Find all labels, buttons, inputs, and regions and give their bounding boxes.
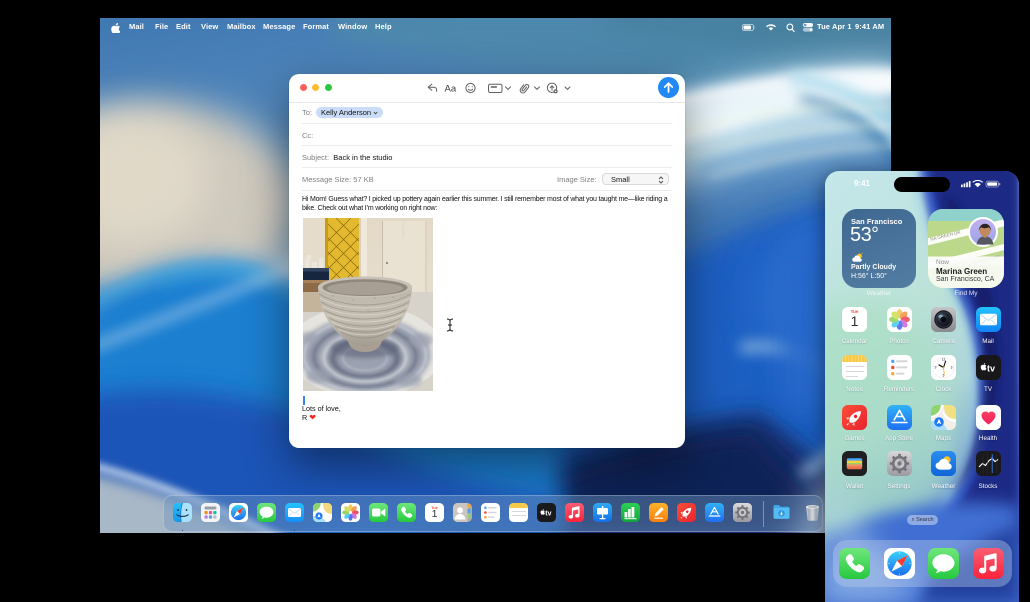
svg-text:3: 3: [951, 366, 953, 370]
svg-text:12: 12: [942, 358, 946, 362]
svg-text:9: 9: [935, 366, 937, 370]
svg-text:Aa: Aa: [445, 84, 457, 95]
svg-text:tv: tv: [987, 364, 995, 374]
svg-text:tv: tv: [545, 510, 551, 517]
